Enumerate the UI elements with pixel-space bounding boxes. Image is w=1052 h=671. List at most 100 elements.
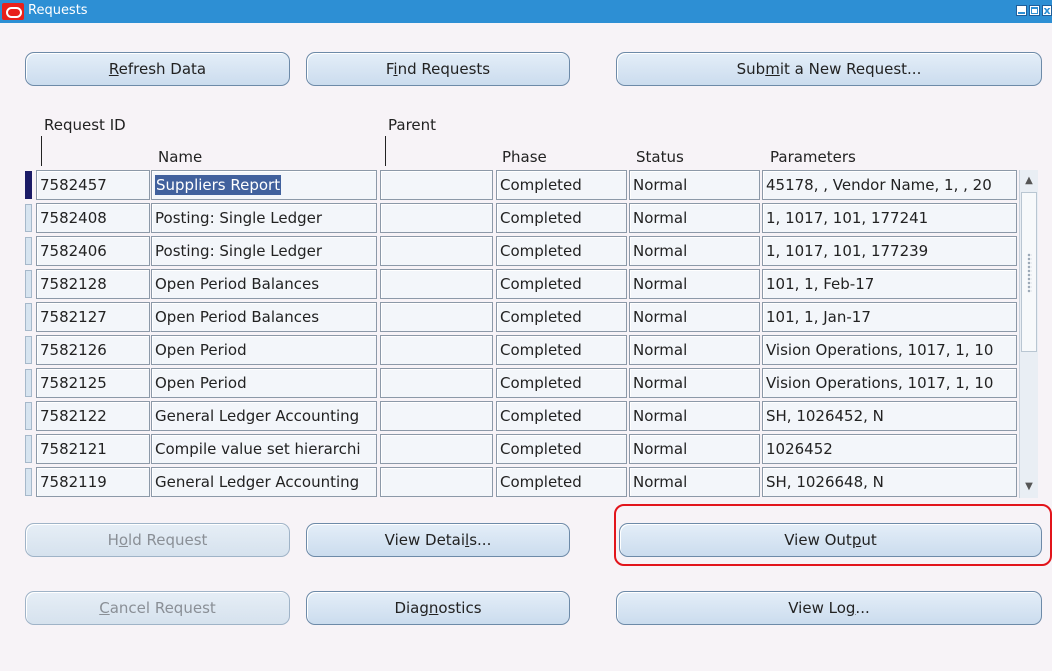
cell-name[interactable]: Posting: Single Ledger — [151, 203, 377, 233]
cell-name[interactable]: Suppliers Report — [151, 170, 377, 200]
row-indicator[interactable] — [25, 171, 32, 199]
grip-icon — [1027, 253, 1032, 293]
cell-status[interactable]: Normal — [629, 269, 760, 299]
cell-parameters[interactable]: Vision Operations, 1017, 1, 10 — [762, 335, 1017, 365]
header-status: Status — [636, 148, 684, 166]
header-name: Name — [158, 148, 203, 166]
header-parameters: Parameters — [770, 148, 856, 166]
scroll-thumb[interactable] — [1021, 192, 1037, 352]
cell-parent[interactable] — [380, 302, 493, 332]
cell-parameters[interactable]: 101, 1, Jan-17 — [762, 302, 1017, 332]
cell-parent[interactable] — [380, 236, 493, 266]
cell-name[interactable]: Compile value set hierarchi — [151, 434, 377, 464]
cell-parent[interactable] — [380, 335, 493, 365]
row-indicator[interactable] — [25, 237, 32, 265]
header-parent: Parent — [388, 116, 437, 134]
cell-status[interactable]: Normal — [629, 401, 760, 431]
row-indicator[interactable] — [25, 468, 32, 496]
refresh-data-button[interactable]: Refresh Data — [25, 52, 290, 86]
diagnostics-button[interactable]: Diagnostics — [306, 591, 570, 625]
cell-parent[interactable] — [380, 467, 493, 497]
submit-new-request-button[interactable]: Submit a New Request... — [616, 52, 1042, 86]
row-indicator[interactable] — [25, 336, 32, 364]
row-indicator[interactable] — [25, 270, 32, 298]
cell-phase[interactable]: Completed — [496, 335, 627, 365]
scroll-up-icon[interactable]: ▲ — [1020, 170, 1038, 192]
maximize-icon[interactable] — [1029, 5, 1040, 16]
cell-name[interactable]: General Ledger Accounting — [151, 401, 377, 431]
header-request-id: Request ID — [44, 116, 126, 134]
cell-phase[interactable]: Completed — [496, 236, 627, 266]
cell-phase[interactable]: Completed — [496, 302, 627, 332]
cell-parameters[interactable]: SH, 1026648, N — [762, 467, 1017, 497]
cell-request-id[interactable]: 7582406 — [36, 236, 150, 266]
cell-request-id[interactable]: 7582128 — [36, 269, 150, 299]
cell-status[interactable]: Normal — [629, 335, 760, 365]
cell-request-id[interactable]: 7582127 — [36, 302, 150, 332]
cell-phase[interactable]: Completed — [496, 434, 627, 464]
cell-request-id[interactable]: 7582121 — [36, 434, 150, 464]
cell-name[interactable]: Open Period Balances — [151, 302, 377, 332]
cell-status[interactable]: Normal — [629, 467, 760, 497]
close-icon[interactable]: x — [1042, 5, 1052, 16]
table-scrollbar[interactable]: ▲ ▼ — [1019, 170, 1038, 498]
window-title: Requests — [28, 3, 88, 18]
cell-request-id[interactable]: 7582125 — [36, 368, 150, 398]
cell-status[interactable]: Normal — [629, 236, 760, 266]
scroll-track[interactable] — [1021, 352, 1037, 472]
cell-phase[interactable]: Completed — [496, 269, 627, 299]
cell-parameters[interactable]: 45178, , Vendor Name, 1, , 20 — [762, 170, 1017, 200]
column-divider — [41, 136, 42, 166]
cell-name[interactable]: Open Period — [151, 335, 377, 365]
row-indicator[interactable] — [25, 402, 32, 430]
cell-request-id[interactable]: 7582126 — [36, 335, 150, 365]
cell-name[interactable]: Open Period — [151, 368, 377, 398]
highlight-annotation — [614, 504, 1052, 566]
scroll-down-icon[interactable]: ▼ — [1020, 476, 1038, 498]
row-indicator[interactable] — [25, 204, 32, 232]
cell-name[interactable]: General Ledger Accounting — [151, 467, 377, 497]
cell-status[interactable]: Normal — [629, 170, 760, 200]
cell-parent[interactable] — [380, 269, 493, 299]
cell-parameters[interactable]: 1, 1017, 101, 177241 — [762, 203, 1017, 233]
row-indicator[interactable] — [25, 435, 32, 463]
cell-status[interactable]: Normal — [629, 203, 760, 233]
row-indicator[interactable] — [25, 303, 32, 331]
cancel-request-button[interactable]: Cancel Request — [25, 591, 290, 625]
cell-parent[interactable] — [380, 170, 493, 200]
cell-request-id[interactable]: 7582119 — [36, 467, 150, 497]
row-indicator[interactable] — [25, 369, 32, 397]
find-requests-button[interactable]: Find Requests — [306, 52, 570, 86]
cell-phase[interactable]: Completed — [496, 401, 627, 431]
cell-status[interactable]: Normal — [629, 368, 760, 398]
cell-request-id[interactable]: 7582457 — [36, 170, 150, 200]
title-bar: Requests x — [0, 0, 1052, 23]
cell-status[interactable]: Normal — [629, 302, 760, 332]
cell-name[interactable]: Open Period Balances — [151, 269, 377, 299]
header-phase: Phase — [502, 148, 547, 166]
cell-request-id[interactable]: 7582408 — [36, 203, 150, 233]
cell-parent[interactable] — [380, 434, 493, 464]
hold-request-button[interactable]: Hold Request — [25, 523, 290, 557]
cell-phase[interactable]: Completed — [496, 368, 627, 398]
view-log-button[interactable]: View Log... — [616, 591, 1042, 625]
cell-parameters[interactable]: 1, 1017, 101, 177239 — [762, 236, 1017, 266]
cell-status[interactable]: Normal — [629, 434, 760, 464]
cell-request-id[interactable]: 7582122 — [36, 401, 150, 431]
minimize-icon[interactable] — [1016, 5, 1027, 16]
cell-parent[interactable] — [380, 368, 493, 398]
selected-text: Suppliers Report — [155, 175, 282, 195]
column-divider — [385, 136, 386, 166]
cell-phase[interactable]: Completed — [496, 170, 627, 200]
cell-name[interactable]: Posting: Single Ledger — [151, 236, 377, 266]
cell-phase[interactable]: Completed — [496, 467, 627, 497]
cell-phase[interactable]: Completed — [496, 203, 627, 233]
cell-parent[interactable] — [380, 203, 493, 233]
cell-parameters[interactable]: Vision Operations, 1017, 1, 10 — [762, 368, 1017, 398]
cell-parameters[interactable]: SH, 1026452, N — [762, 401, 1017, 431]
oracle-logo-icon — [2, 3, 24, 20]
view-details-button[interactable]: View Details... — [306, 523, 570, 557]
cell-parameters[interactable]: 101, 1, Feb-17 — [762, 269, 1017, 299]
cell-parameters[interactable]: 1026452 — [762, 434, 1017, 464]
cell-parent[interactable] — [380, 401, 493, 431]
